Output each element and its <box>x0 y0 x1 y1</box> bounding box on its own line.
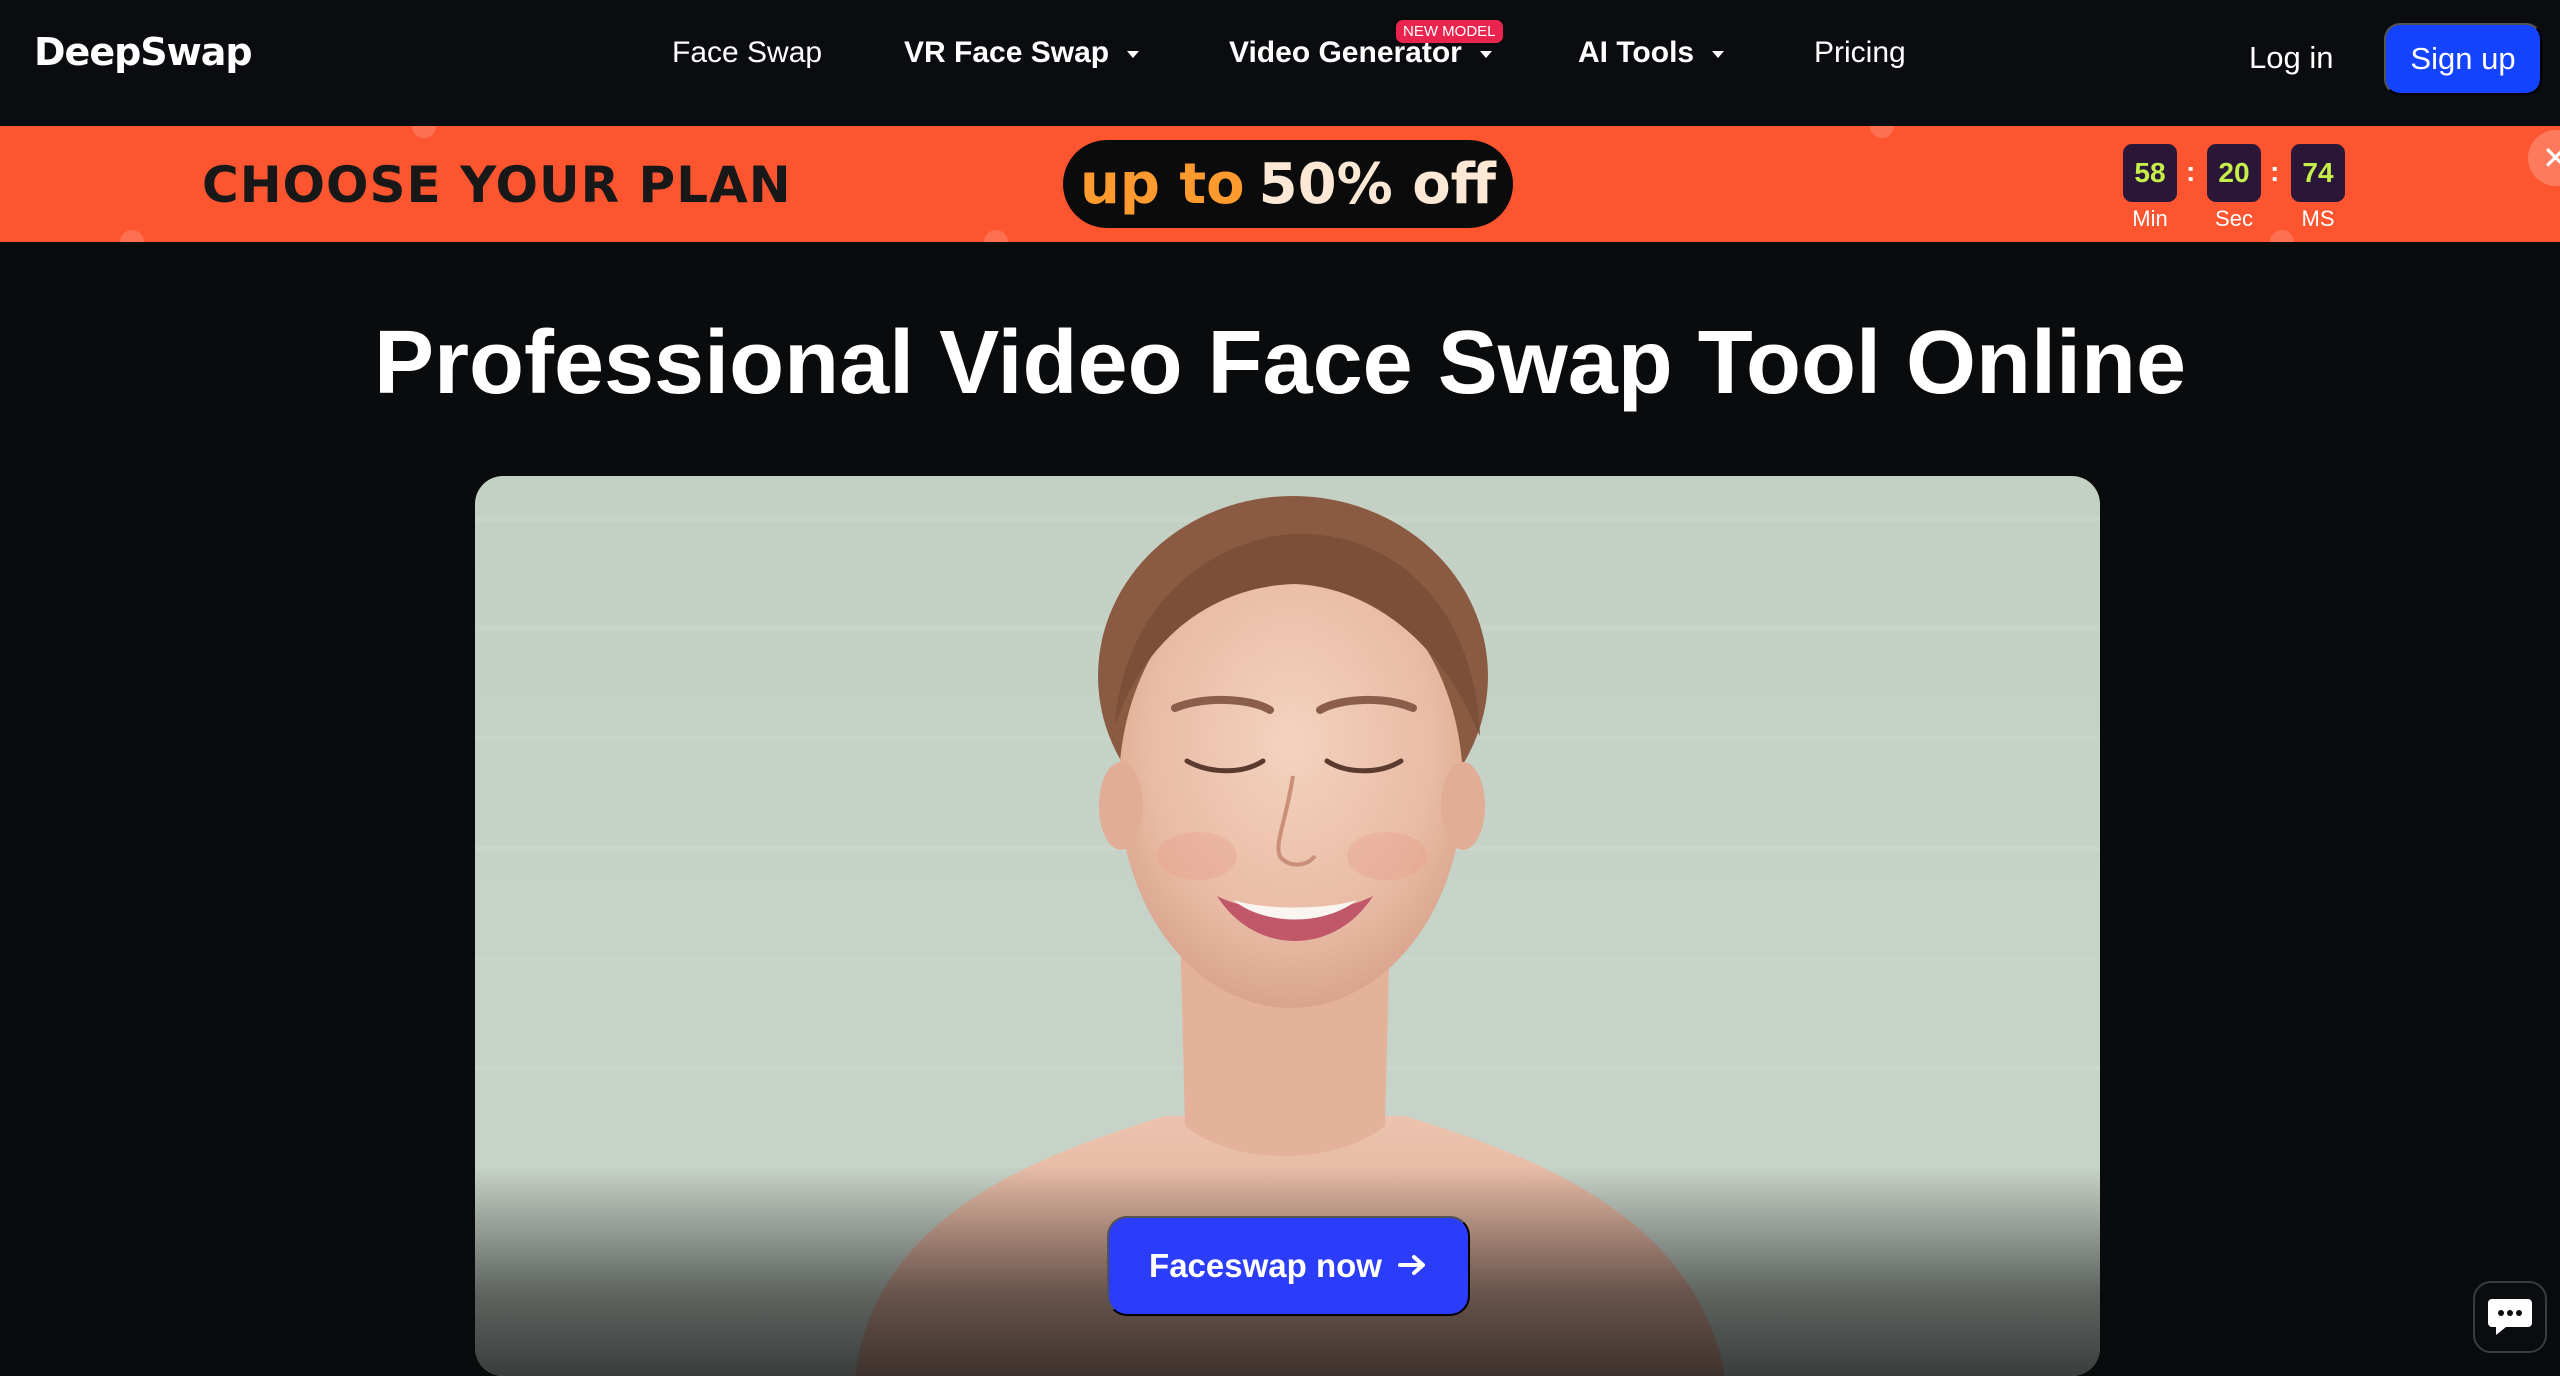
decor-dot <box>984 230 1008 242</box>
chat-bubble-icon[interactable] <box>2473 1281 2547 1353</box>
nav-pricing-label: Pricing <box>1814 36 1906 69</box>
decor-dot <box>412 126 436 138</box>
page-title: Professional Video Face Swap Tool Online <box>373 313 2187 413</box>
nav-face-swap[interactable]: Face Swap <box>672 36 822 70</box>
faceswap-now-button[interactable]: Faceswap now <box>1107 1216 1470 1316</box>
decor-dot <box>120 230 144 242</box>
nav-ai-tools[interactable]: AI Tools <box>1578 36 1725 70</box>
arrow-right-icon <box>1397 1247 1428 1285</box>
timer-seconds: 20 <box>2207 144 2261 202</box>
nav-pricing[interactable]: Pricing <box>1814 36 1906 70</box>
timer-seconds-label: Sec <box>2215 206 2253 231</box>
nav-ai-tools-label: AI Tools <box>1578 36 1695 69</box>
chevron-down-icon <box>1127 50 1140 58</box>
nav-face-swap-label: Face Swap <box>672 36 823 69</box>
faceswap-now-label: Faceswap now <box>1149 1247 1382 1284</box>
login-link[interactable]: Log in <box>2249 40 2333 76</box>
timer-milliseconds-label: MS <box>2301 206 2335 231</box>
promo-title: CHOOSE YOUR PLAN <box>202 156 792 214</box>
close-icon[interactable]: ✕ <box>2528 130 2560 186</box>
nav-vr-face-swap-label: VR Face Swap <box>904 36 1110 69</box>
timer-separator: : <box>2186 156 2196 187</box>
timer-minutes: 58 <box>2123 144 2177 202</box>
signup-button[interactable]: Sign up <box>2384 23 2542 95</box>
discount-value: 50% off <box>1258 151 1497 217</box>
nav-vr-face-swap[interactable]: VR Face Swap <box>904 36 1140 70</box>
chevron-down-icon <box>1712 50 1725 58</box>
new-model-badge: NEW MODEL <box>1396 20 1503 43</box>
discount-prefix: up to <box>1079 151 1245 217</box>
timer-minutes-label: Min <box>2132 206 2168 231</box>
timer-milliseconds: 74 <box>2291 144 2345 202</box>
promo-banner[interactable]: CHOOSE YOUR PLAN up to 50% off 58 : 20 :… <box>0 126 2560 242</box>
timer-separator: : <box>2270 156 2280 187</box>
decor-dot <box>1870 126 1894 138</box>
top-nav-bar: DeepSwap Face Swap VR Face Swap Video Ge… <box>0 0 2560 126</box>
discount-pill: up to 50% off <box>1063 140 1513 228</box>
chevron-down-icon <box>1479 50 1492 58</box>
deepswap-logo[interactable]: DeepSwap <box>34 30 253 74</box>
